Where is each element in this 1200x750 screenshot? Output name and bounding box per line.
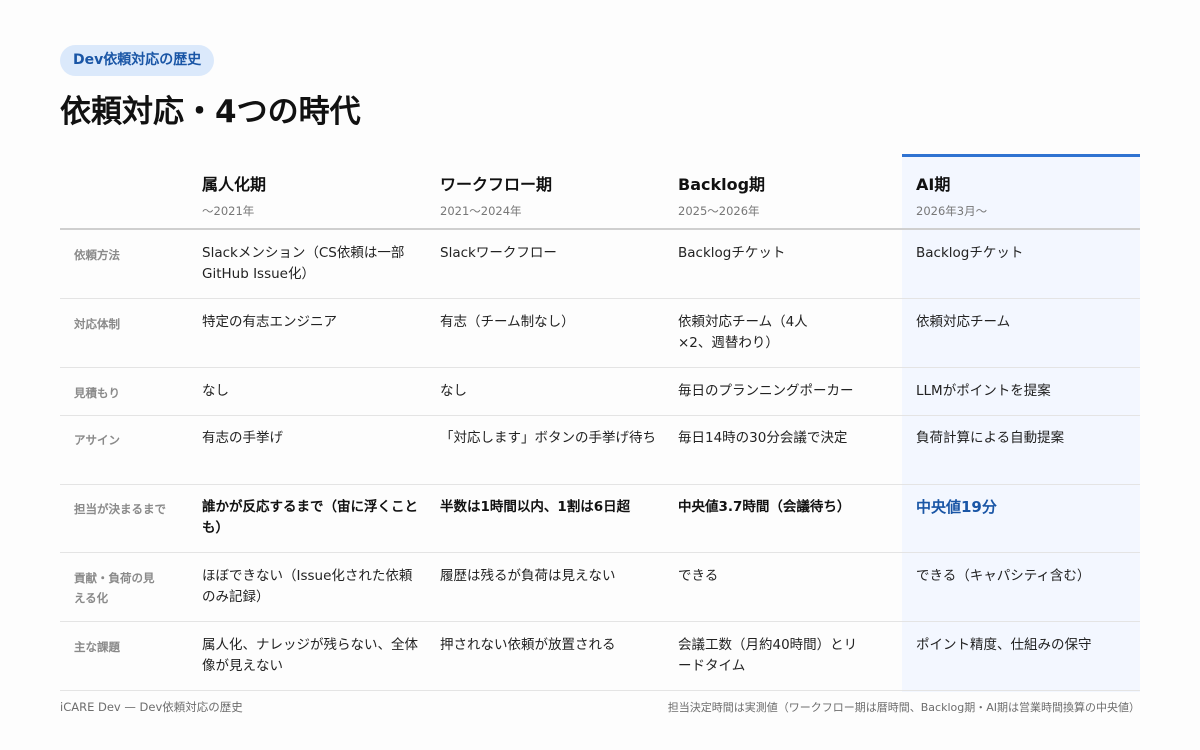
table-cell: できる（キャパシティ含む）	[916, 568, 1091, 584]
row-divider	[60, 484, 1140, 485]
footer-source: iCARE Dev — Dev依頼対応の歴史	[60, 700, 243, 714]
table-cell: Backlogチケット	[678, 245, 786, 261]
row-divider	[60, 552, 1140, 553]
column-header-4: AI期 2026年3月〜	[916, 174, 1146, 219]
column-period: 2025〜2026年	[678, 204, 760, 218]
table-cell: 特定の有志エンジニア	[202, 314, 337, 330]
row-divider	[60, 690, 1140, 691]
table-cell: できる	[678, 568, 719, 584]
table-cell: LLMがポイントを提案	[916, 383, 1051, 399]
column-name: ワークフロー期	[440, 175, 553, 194]
row-divider	[60, 367, 1140, 368]
page-title: 依頼対応・4つの時代	[60, 94, 361, 130]
table-cell: なし	[440, 383, 467, 399]
table-cell: なし	[202, 383, 229, 399]
column-name: 属人化期	[202, 175, 267, 194]
table-cell: 誰かが反応するまで（宙に浮くことも）	[202, 499, 418, 536]
column-header-1: 属人化期 〜2021年	[202, 174, 432, 219]
column-period: 〜2021年	[202, 204, 255, 218]
row-divider	[60, 298, 1140, 299]
table-cell: 中央値3.7時間（会議待ち）	[678, 499, 851, 515]
table-cell: 属人化、ナレッジが残らない、全体像が見えない	[202, 637, 418, 674]
column-name: AI期	[916, 175, 951, 194]
table-cell: 毎日のプランニングポーカー	[678, 383, 854, 399]
row-label: 対応体制	[74, 317, 120, 331]
section-badge: Dev依頼対応の歴史	[60, 45, 215, 76]
column-period: 2021〜2024年	[440, 204, 522, 218]
highlight-value: 中央値19分	[916, 498, 997, 516]
row-label: 担当が決まるまで	[74, 502, 166, 516]
row-divider	[60, 621, 1140, 622]
table-cell: 有志（チーム制なし）	[440, 314, 575, 330]
row-divider	[60, 415, 1140, 416]
header-divider	[60, 228, 1140, 230]
column-header-3: Backlog期 2025〜2026年	[678, 174, 908, 219]
table-cell: ほぼできない（Issue化された依頼のみ記録）	[202, 568, 413, 605]
footer-note: 担当決定時間は実測値（ワークフロー期は暦時間、Backlog期・AI期は営業時間…	[667, 701, 1140, 714]
column-period: 2026年3月〜	[916, 204, 988, 218]
column-name: Backlog期	[678, 175, 766, 194]
table-cell: 押されない依頼が放置される	[440, 637, 616, 653]
row-label: 依頼方法	[74, 248, 120, 262]
row-label: アサイン	[74, 433, 120, 447]
table-cell: Slackメンション（CS依頼は一部GitHub Issue化）	[202, 245, 405, 282]
table-cell: 毎日14時の30分会議で決定	[678, 430, 848, 446]
table-cell: ポイント精度、仕組みの保守	[916, 637, 1092, 653]
table-cell: 履歴は残るが負荷は見えない	[440, 568, 616, 584]
table-cell: 負荷計算による自動提案	[916, 430, 1065, 446]
table-cell: 依頼対応チーム	[916, 314, 1011, 330]
table-cell: 依頼対応チーム（4人×2、週替わり）	[678, 314, 808, 351]
table-cell: Backlogチケット	[916, 245, 1024, 261]
table-cell: 「対応します」ボタンの手挙げ待ち	[440, 430, 656, 446]
column-header-2: ワークフロー期 2021〜2024年	[440, 174, 670, 219]
table-cell: 半数は1時間以内、1割は6日超	[440, 499, 631, 515]
ai-column-highlight	[902, 154, 1140, 692]
table-cell: Slackワークフロー	[440, 245, 557, 261]
comparison-table: 属人化期 〜2021年 ワークフロー期 2021〜2024年 Backlog期 …	[60, 154, 1140, 692]
table-cell: 有志の手挙げ	[202, 430, 283, 446]
row-label: 見積もり	[74, 386, 120, 400]
row-label: 貢献・負荷の見える化	[74, 571, 155, 605]
row-label: 主な課題	[74, 640, 120, 654]
table-cell: 会議工数（月約40時間）とリードタイム	[678, 637, 858, 674]
